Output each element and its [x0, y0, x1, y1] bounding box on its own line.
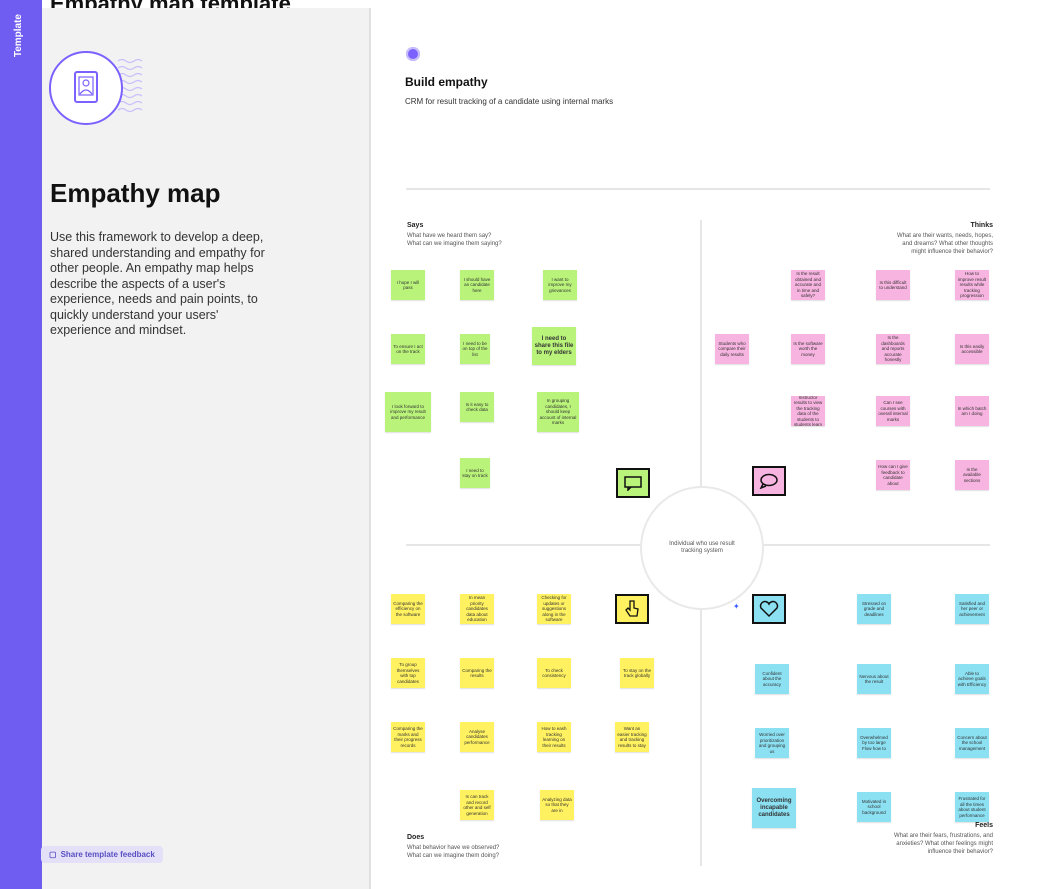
says-desc-2: What can we imagine them saying? [407, 241, 502, 247]
thought-bubble-icon [759, 473, 778, 489]
says-desc-1: What have we heard them say? [407, 233, 492, 239]
sticky-note-yellow[interactable]: How to eash tracking learning on their r… [537, 722, 571, 752]
does-note-icon[interactable] [615, 594, 649, 624]
sticky-note-green[interactable]: In grouping candidates, I should keep ac… [537, 392, 579, 432]
sticky-note-yellow[interactable]: Analyse candidates performance [460, 722, 494, 752]
heart-icon [759, 600, 779, 618]
board-title: Build empathy [405, 75, 488, 89]
sticky-note-yellow[interactable]: Comparing the results [460, 658, 494, 688]
sticky-note-yellow[interactable]: Comparing the efficiency on the software [391, 594, 425, 624]
sticky-note-blue[interactable]: Overcoming incapable candidates [752, 788, 796, 828]
feels-title: Feels [975, 822, 993, 829]
board-marker-dot [406, 47, 420, 61]
feels-desc-3: influence their behavior? [927, 849, 993, 855]
sticky-note-blue[interactable]: Stressed on grade and deadlines [857, 594, 891, 624]
sticky-note-yellow[interactable]: In mean priority candidates data about e… [460, 594, 494, 624]
thinks-desc-3: might influence their behavior? [911, 249, 993, 255]
sticky-note-green[interactable]: I need to be on top of the list [460, 334, 490, 364]
chat-icon: ▢ [49, 850, 57, 859]
sticky-note-yellow[interactable]: Checking for updates or suggestions alon… [537, 594, 571, 624]
sticky-note-pink[interactable]: How to improve result results while trac… [955, 270, 989, 300]
sticky-note-blue[interactable]: Overwhelmed by too large Flow how to [857, 728, 891, 758]
sticky-note-blue[interactable]: Confident about the accuracy [755, 664, 789, 694]
sticky-note-yellow[interactable]: Want an easier tracking and tracking res… [615, 722, 649, 752]
sticky-note-yellow[interactable]: To check consistency [537, 658, 571, 688]
thinks-title: Thinks [970, 222, 993, 229]
speech-note-icon [624, 476, 642, 491]
sticky-note-pink[interactable]: Is the result obtained and accurate and … [791, 270, 825, 300]
sticky-note-blue[interactable]: Satisfied and her peer or achievement [955, 594, 989, 624]
sticky-note-blue[interactable]: Worried over prioritization and grouping… [755, 728, 789, 758]
sticky-note-yellow[interactable]: To stay on the track globally [620, 658, 654, 688]
sticky-note-yellow[interactable]: Analyzing data so that they are in [540, 790, 574, 820]
says-title: Says [407, 222, 424, 229]
sticky-note-green[interactable]: I should have an candidate here [460, 270, 494, 300]
thinks-note-icon[interactable] [752, 466, 786, 496]
sticky-note-pink[interactable]: Can I see courses with overall internal … [876, 396, 910, 426]
feels-note-icon[interactable] [752, 594, 786, 624]
sticky-note-pink[interactable]: Is the software worth the money [791, 334, 825, 364]
board-subtitle: CRM for result tracking of a candidate u… [405, 97, 614, 106]
template-strip: Template [0, 0, 42, 889]
panel-description: Use this framework to develop a deep, sh… [50, 230, 265, 337]
thinks-desc-2: and dreams? What other thoughts [902, 241, 993, 247]
share-feedback-button[interactable]: ▢ Share template feedback [41, 846, 163, 863]
sticky-note-blue[interactable]: Nervous about the result [857, 664, 891, 694]
sticky-note-yellow[interactable]: Comparing the marks and their progress r… [391, 722, 425, 752]
says-note-icon[interactable] [616, 468, 650, 498]
sticky-note-pink[interactable]: Is this difficult to understand [876, 270, 910, 300]
does-desc-2: What can we imagine them doing? [407, 853, 500, 859]
center-persona-circle: Individual who use result tracking syste… [640, 486, 764, 610]
sticky-note-green[interactable]: I need to stay on track [460, 458, 490, 488]
sticky-note-pink[interactable]: Is this easily accessible [955, 334, 989, 364]
feels-desc-2: anxieties? What other feelings might [896, 841, 993, 847]
sticky-note-pink[interactable]: In which batch am I doing [955, 396, 989, 426]
sticky-note-green[interactable]: I look forward to improve my result and … [385, 392, 431, 432]
sticky-note-pink[interactable]: Is the available sections [955, 460, 989, 490]
does-title: Does [407, 834, 425, 841]
board-top-divider [406, 188, 990, 190]
sticky-note-green[interactable]: I hope I will pass [391, 270, 425, 300]
sticky-note-pink[interactable]: Students who compare their daily results [715, 334, 749, 364]
share-feedback-label: Share template feedback [60, 850, 155, 859]
feels-desc-1: What are their fears, frustrations, and [893, 833, 993, 839]
user-profile-icon [49, 51, 143, 125]
does-desc-1: What behavior have we observed? [407, 845, 500, 851]
panel-divider [369, 8, 371, 889]
sticky-note-pink[interactable]: Instructor results to view the tracking … [791, 396, 825, 426]
sticky-note-yellow[interactable]: To group themselves with top candidates [391, 658, 425, 688]
sticky-note-blue[interactable]: Frustrated for all the times about stude… [955, 792, 989, 822]
sticky-note-pink[interactable]: How can I give feedback to candidate abo… [876, 460, 910, 490]
sticky-note-yellow[interactable]: Is can track and record other and self g… [460, 790, 494, 820]
sticky-note-green[interactable]: I want to improve my grievances [543, 270, 577, 300]
sticky-note-green[interactable]: To ensure I act on the track [391, 334, 425, 364]
panel-title: Empathy map [50, 178, 221, 208]
sticky-note-blue[interactable]: Concern about the school management [955, 728, 989, 758]
sticky-note-pink[interactable]: Is the dashboards and reports accurate h… [876, 334, 910, 364]
sticky-note-green[interactable]: I need to share this file to my elders [532, 327, 576, 365]
center-persona-label: Individual who use result tracking syste… [669, 541, 735, 554]
sticky-note-blue[interactable]: Motivated in school background [857, 792, 891, 822]
cursor-sparkle-icon: ✦ [733, 602, 740, 611]
thinks-desc-1: What are their wants, needs, hopes, [896, 233, 993, 239]
hand-pointer-icon [625, 600, 639, 617]
strip-label: Template [13, 14, 24, 58]
sticky-note-green[interactable]: Is it easy to check data [460, 392, 494, 422]
sticky-note-blue[interactable]: Able to achieve goals with Efficiency [955, 664, 989, 694]
